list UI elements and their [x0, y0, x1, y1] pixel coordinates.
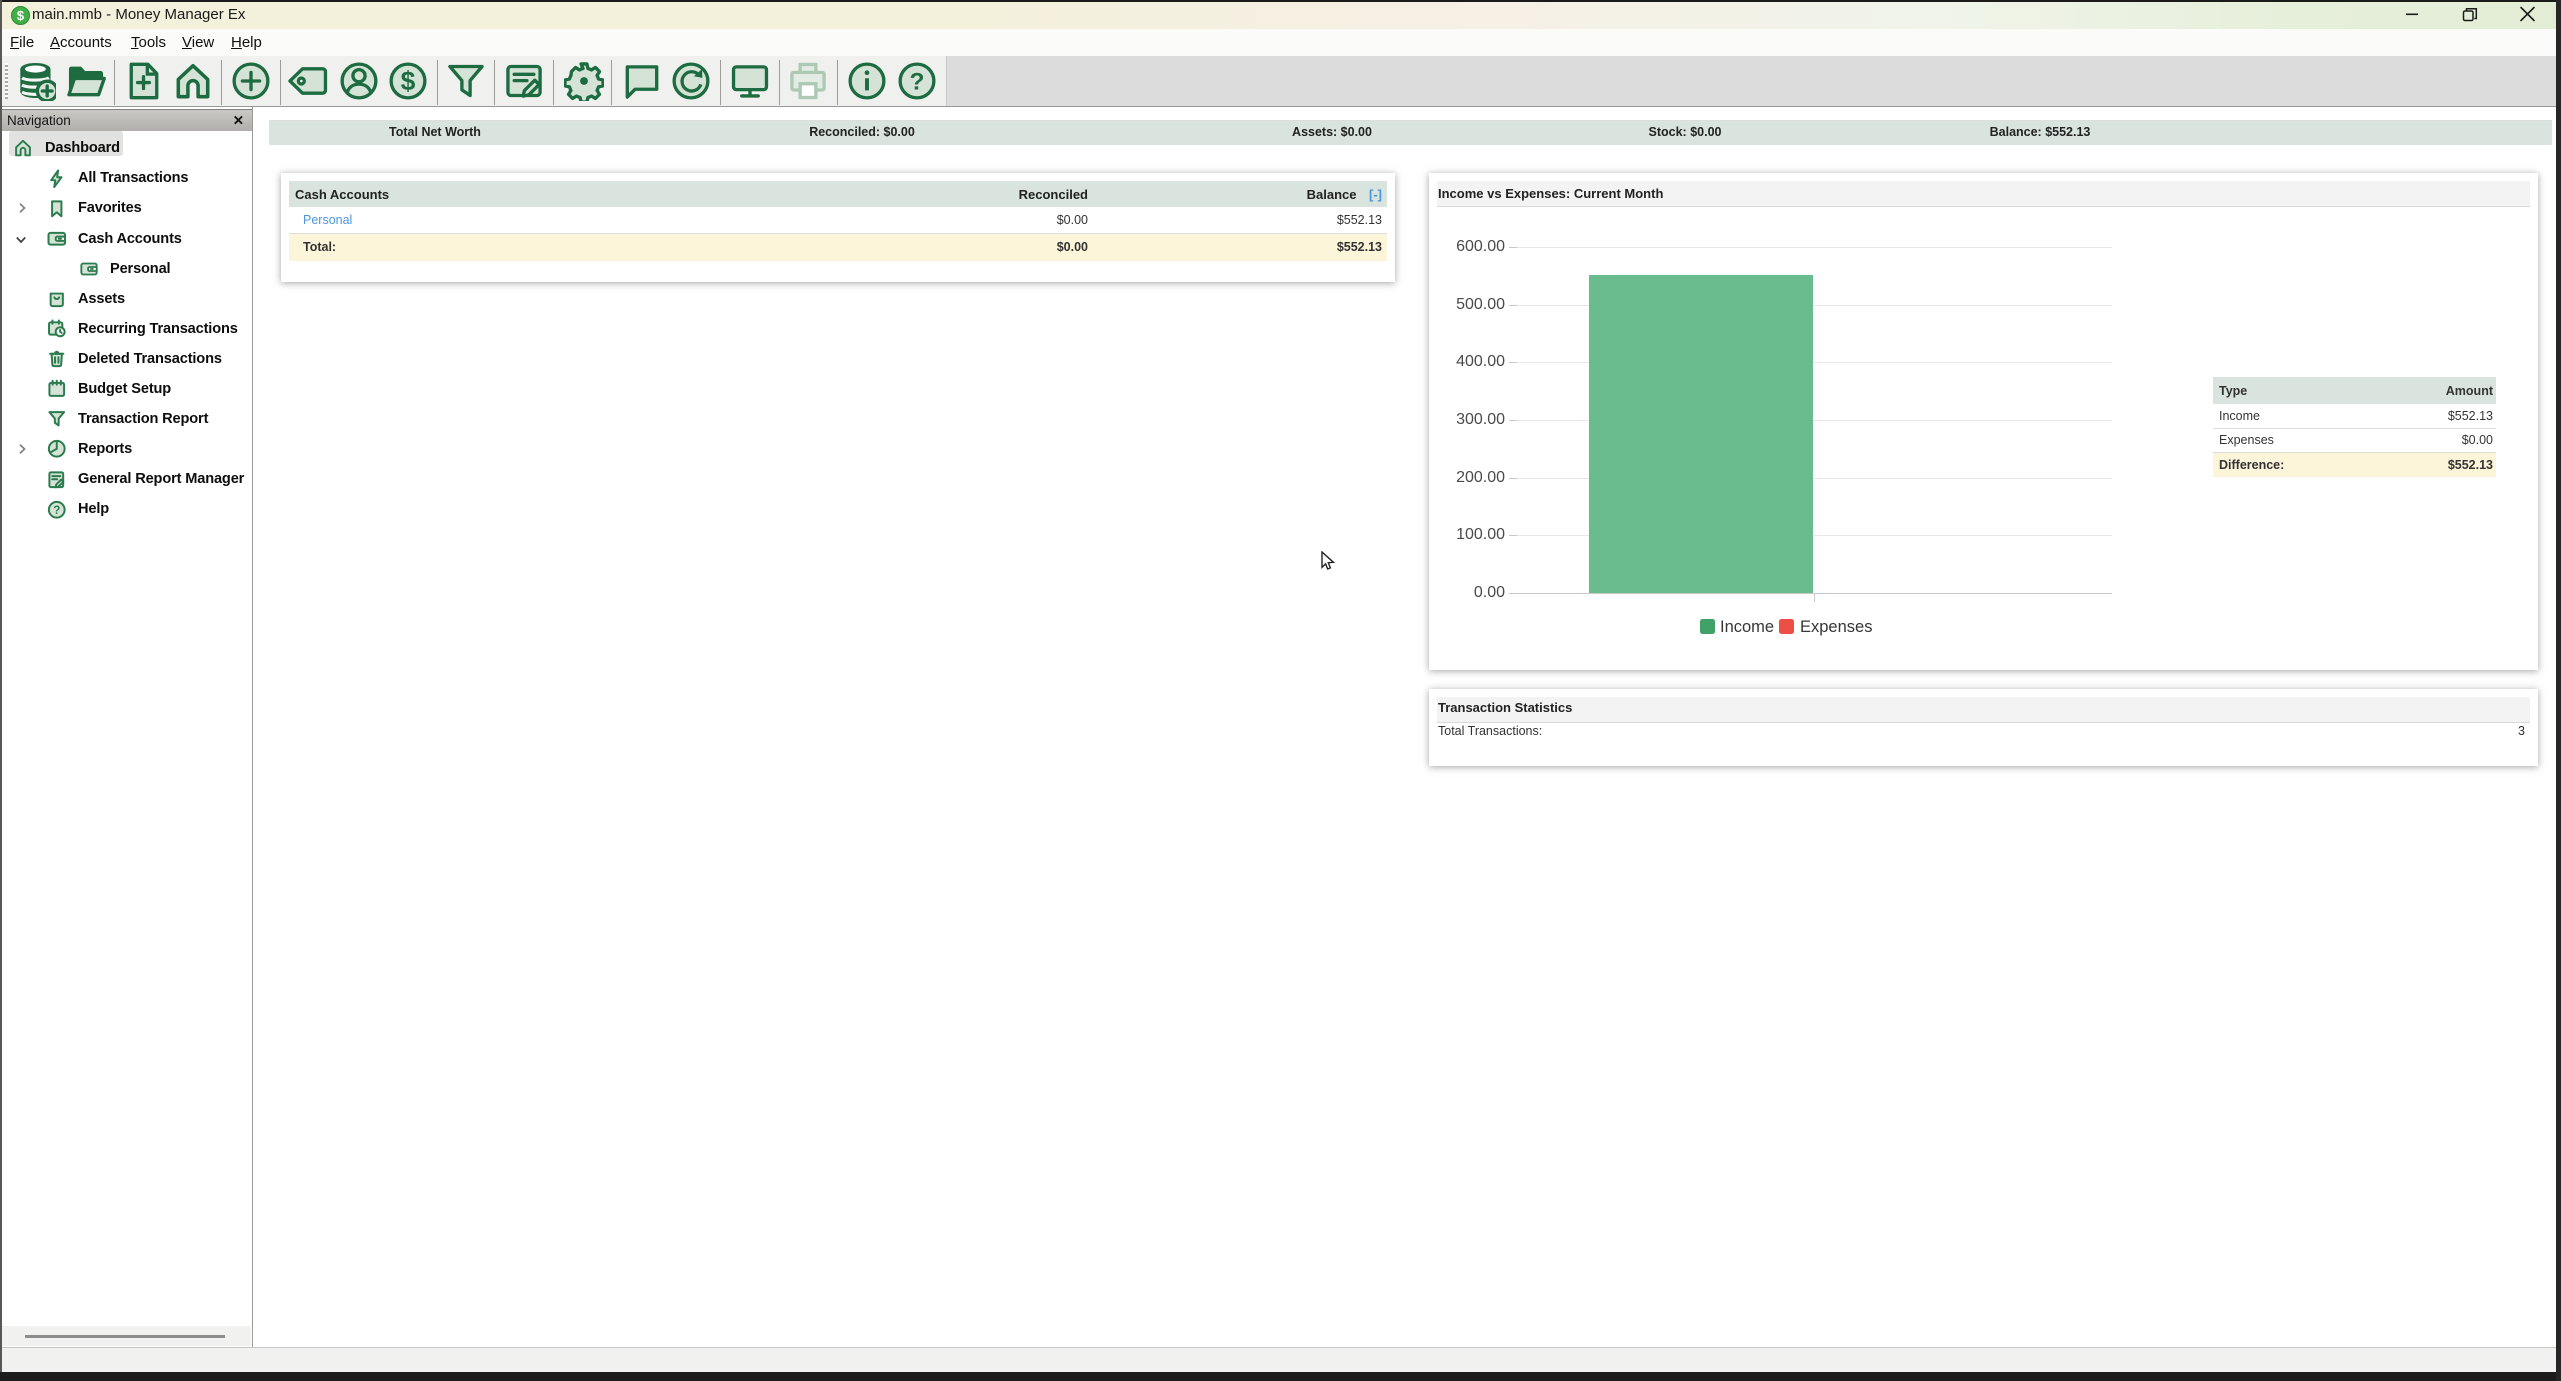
svg-text:$: $ [401, 66, 416, 96]
svg-text:?: ? [910, 69, 925, 96]
svg-text:$: $ [17, 8, 25, 23]
svg-text:?: ? [53, 504, 60, 517]
